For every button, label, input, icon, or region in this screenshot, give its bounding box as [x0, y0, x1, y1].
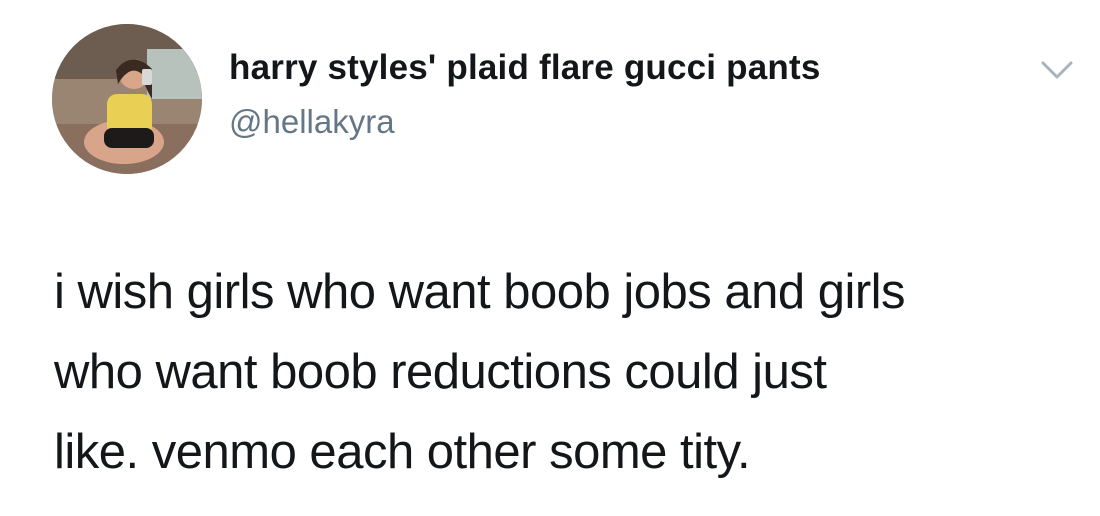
tweet-text-line: who want boob reductions could just — [54, 345, 827, 399]
tweet-text: i wish girls who want boob jobs and girl… — [54, 252, 1084, 492]
tweet-text-line: like. venmo each other some tity. — [54, 425, 751, 479]
avatar[interactable] — [52, 24, 202, 174]
author-handle[interactable]: @hellakyra — [229, 103, 395, 141]
tweet-text-line: i wish girls who want boob jobs and girl… — [54, 265, 906, 319]
chevron-down-icon[interactable] — [1040, 58, 1074, 82]
tweet-card: harry styles' plaid flare gucci pants @h… — [0, 0, 1100, 516]
profile-photo-icon — [52, 24, 202, 174]
author-display-name[interactable]: harry styles' plaid flare gucci pants — [229, 48, 821, 88]
